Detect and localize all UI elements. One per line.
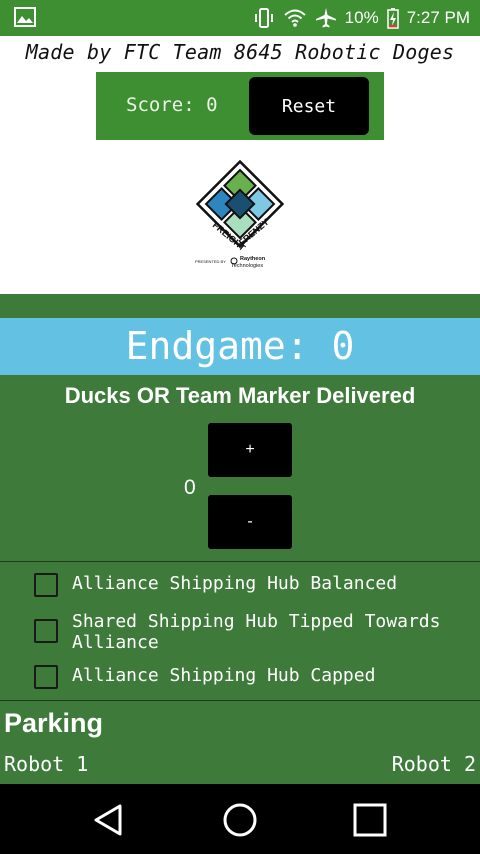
hub-capped-checkbox[interactable] [34, 665, 58, 689]
svg-text:PRESENTED BY: PRESENTED BY [195, 259, 226, 264]
status-bar: 10% 7:27 PM [0, 0, 480, 36]
score-panel: Score: 0 Reset [96, 72, 384, 140]
image-notification-icon [14, 7, 36, 27]
ducks-title: Ducks OR Team Marker Delivered [64, 383, 416, 408]
robot-2-label: Robot 2 [391, 752, 476, 776]
hub-balanced-label: Alliance Shipping Hub Balanced [72, 573, 398, 594]
divider [0, 700, 480, 701]
hub-balanced-checkbox[interactable] [34, 573, 58, 597]
hub-capped-label: Alliance Shipping Hub Capped [72, 665, 376, 686]
check-row-shared-hub-tipped[interactable]: Shared Shipping Hub Tipped Towards Allia… [34, 611, 452, 653]
battery-charging-icon [386, 7, 399, 29]
divider [0, 561, 480, 562]
svg-text:Raytheon: Raytheon [240, 256, 266, 262]
increment-button[interactable]: + [208, 423, 292, 477]
battery-percent: 10% [344, 8, 379, 27]
airplane-icon [315, 7, 337, 29]
shared-hub-tipped-checkbox[interactable] [34, 619, 58, 643]
vibrate-icon [253, 7, 275, 29]
freight-frenzy-logo: FREIGHT FRENZY PRESENTED BY Raytheon Tec… [190, 159, 290, 272]
robot-1-label: Robot 1 [4, 752, 89, 776]
back-icon[interactable] [90, 802, 126, 838]
clock: 7:27 PM [406, 8, 470, 27]
decrement-button[interactable]: - [208, 495, 292, 549]
score-text: Score: 0 [126, 94, 218, 116]
credit-text: Made by FTC Team 8645 Robotic Doges [25, 40, 455, 64]
endgame-header: Endgame: 0 [0, 318, 480, 375]
svg-text:Technologies: Technologies [231, 263, 263, 269]
ducks-counter-value: 0 [184, 476, 196, 499]
recents-icon[interactable] [352, 802, 388, 838]
shared-hub-tipped-label: Shared Shipping Hub Tipped Towards Allia… [72, 611, 441, 653]
parking-title: Parking [4, 708, 104, 738]
wifi-icon [283, 8, 307, 28]
check-row-hub-capped[interactable]: Alliance Shipping Hub Capped [34, 665, 452, 689]
navigation-bar [0, 784, 480, 854]
reset-button[interactable]: Reset [249, 77, 369, 135]
check-row-hub-balanced[interactable]: Alliance Shipping Hub Balanced [34, 573, 452, 597]
home-icon[interactable] [222, 802, 258, 838]
